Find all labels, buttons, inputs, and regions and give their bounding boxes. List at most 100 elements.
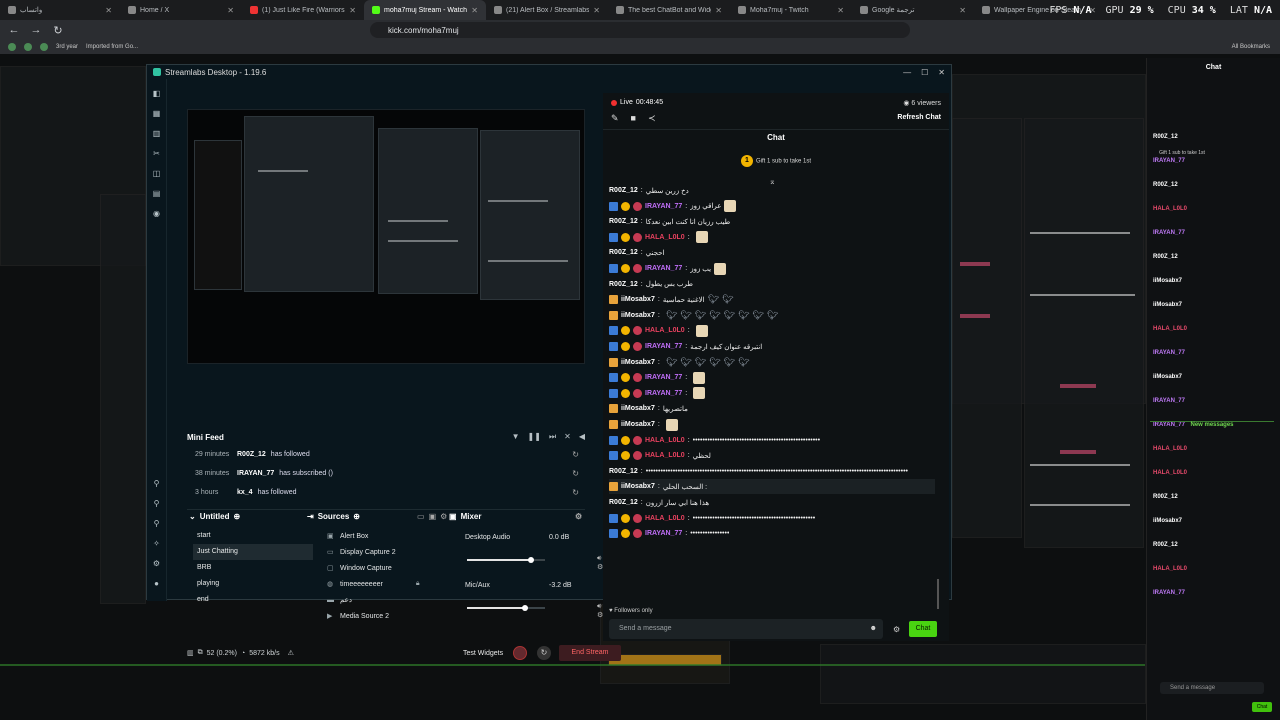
source-item[interactable]: ▣ Alert Box xyxy=(327,532,368,541)
scene-item-selected[interactable]: Just Chatting xyxy=(193,544,313,560)
address-bar[interactable]: kick.com/moha7muj xyxy=(370,22,910,38)
send-message-input[interactable]: Send a message ☻ xyxy=(609,619,883,639)
forward-icon[interactable]: → xyxy=(30,24,42,36)
record-button[interactable] xyxy=(513,646,527,660)
browser-tab[interactable]: Moha7muj - Twitch ✕ xyxy=(730,0,852,20)
slider-knob[interactable] xyxy=(527,557,534,563)
close-tab-icon[interactable]: ✕ xyxy=(227,6,234,15)
bookmark-icon[interactable] xyxy=(40,43,48,51)
source-item[interactable]: ◍ timeeeeeeeer 🔒︎ xyxy=(327,580,424,588)
chat-message[interactable]: HALA_L0L0: لحظي xyxy=(609,448,935,463)
reload-icon[interactable]: ↻ xyxy=(52,24,64,37)
chat-username[interactable]: IRAYAN_77 xyxy=(645,343,682,350)
edit-icon[interactable]: ✎ xyxy=(611,113,619,124)
split-icon[interactable]: ⇥ xyxy=(307,512,314,521)
bg-send-input[interactable]: Send a message xyxy=(1160,682,1264,694)
store-icon[interactable]: ◫ xyxy=(152,169,161,178)
chat-message[interactable]: IRAYAN_77: يب زوز xyxy=(609,261,935,276)
add-source-icon[interactable]: ⊕ xyxy=(353,512,360,521)
source-settings-icon[interactable]: ⚙ xyxy=(440,512,447,521)
browser-tab[interactable]: The best ChatBot and Widgets for Ki ✕ xyxy=(608,0,730,20)
browser-tab[interactable]: Home / X ✕ xyxy=(120,0,242,20)
chat-username[interactable]: IRAYAN_77 xyxy=(645,390,682,397)
all-bookmarks[interactable]: All Bookmarks xyxy=(1232,44,1270,50)
chat-message[interactable]: HALA_L0L0: xyxy=(609,230,935,245)
chat-message[interactable]: IRAYAN_77: xyxy=(609,370,935,385)
volume-slider[interactable] xyxy=(467,557,545,563)
chat-message[interactable]: IRAYAN_77: •••••••••••••••• xyxy=(609,526,935,541)
chat-username[interactable]: R00Z_12 xyxy=(609,187,638,194)
chat-username[interactable]: HALA_L0L0 xyxy=(645,452,685,459)
chat-message[interactable]: iiMosabx7: الاغنية حماسية 🐦︎🐦︎ xyxy=(609,292,935,307)
close-tab-icon[interactable]: ✕ xyxy=(471,6,478,15)
chat-message[interactable]: iiMosabx7: ماتصريها xyxy=(609,401,935,416)
mixer-settings-icon[interactable]: ⚙ xyxy=(575,512,582,521)
replay-icon[interactable]: ↻ xyxy=(572,488,579,497)
chat-username[interactable]: HALA_L0L0 xyxy=(645,234,685,241)
scene-item[interactable]: end xyxy=(193,592,313,608)
chat-username[interactable]: HALA_L0L0 xyxy=(645,437,685,444)
warning-icon[interactable]: ⚠ xyxy=(288,649,294,657)
bookmark-imported[interactable]: Imported from Go... xyxy=(86,44,138,50)
chat-message[interactable]: HALA_L0L0: ••••••••••••••••••••••••••••••… xyxy=(609,433,935,448)
chat-message[interactable]: IRAYAN_77: انتبرقه عنوان كيف ارجمة xyxy=(609,339,935,354)
scene-item[interactable]: playing xyxy=(193,576,313,592)
browser-tab[interactable]: Google ترجمة ✕ xyxy=(852,0,974,20)
chat-username[interactable]: iiMosabx7 xyxy=(621,405,655,412)
chat-username[interactable]: iiMosabx7 xyxy=(621,483,655,490)
integrations-icon[interactable]: ⚲ xyxy=(152,519,161,528)
share-icon[interactable]: ≺ xyxy=(648,113,656,124)
chat-username[interactable]: R00Z_12 xyxy=(609,249,638,256)
browser-tab[interactable]: (1) Just Like Fire (Warriors Light Em U ✕ xyxy=(242,0,364,20)
new-messages-divider[interactable]: New messages xyxy=(1150,421,1274,428)
chat-message[interactable]: HALA_L0L0: ••••••••••••••••••••••••••••••… xyxy=(609,511,935,526)
chat-message[interactable]: R00Z_12: دخ زرين سطي xyxy=(609,183,935,198)
studio-icon[interactable]: ▥ xyxy=(152,129,161,138)
chat-message[interactable]: iiMosabx7: 🐦︎🐦︎🐦︎🐦︎🐦︎🐦︎🐦︎🐦︎ xyxy=(609,308,935,323)
chat-message[interactable]: HALA_L0L0: xyxy=(609,323,935,338)
chat-username[interactable]: IRAYAN_77 xyxy=(645,203,682,210)
refresh-chat-button[interactable]: Refresh Chat xyxy=(897,114,941,121)
chat-message[interactable]: iiMosabx7: xyxy=(609,417,935,432)
prime-icon[interactable]: ✧ xyxy=(152,539,161,548)
gift-banner[interactable]: 1 Gift 1 sub to take 1st xyxy=(603,155,949,167)
chat-settings-icon[interactable]: ⚙ xyxy=(893,625,900,634)
volume-icon[interactable]: ◀ xyxy=(579,432,585,442)
close-tab-icon[interactable]: ✕ xyxy=(959,6,966,15)
chat-message[interactable]: IRAYAN_77: عراقي زوز xyxy=(609,199,935,214)
mute-icon[interactable]: ✕ xyxy=(564,432,571,442)
chat-send-button[interactable]: Chat xyxy=(909,621,937,637)
slider-knob[interactable] xyxy=(521,605,528,611)
close-tab-icon[interactable]: ✕ xyxy=(105,6,112,15)
tools-icon[interactable]: ✂ xyxy=(152,149,161,158)
editor-icon[interactable]: ◧ xyxy=(152,89,161,98)
chat-username[interactable]: iiMosabx7 xyxy=(621,421,655,428)
scene-item[interactable]: start xyxy=(193,528,313,544)
replay-icon[interactable]: ↻ xyxy=(572,469,579,478)
chat-username[interactable]: R00Z_12 xyxy=(609,499,638,506)
layout-icon[interactable]: ▦ xyxy=(152,109,161,118)
dashboard-icon[interactable]: ⚲ xyxy=(152,499,161,508)
chat-username[interactable]: HALA_L0L0 xyxy=(645,515,685,522)
source-item[interactable]: ▭ Display Capture 2 xyxy=(327,548,396,557)
camera-icon[interactable]: ■ xyxy=(631,113,636,124)
bookmark-icon[interactable] xyxy=(8,43,16,51)
close-tab-icon[interactable]: ✕ xyxy=(349,6,356,15)
bookmark-icon[interactable] xyxy=(24,43,32,51)
close-tab-icon[interactable]: ✕ xyxy=(715,6,722,15)
chat-username[interactable]: R00Z_12 xyxy=(609,281,638,288)
close-tab-icon[interactable]: ✕ xyxy=(837,6,844,15)
close-tab-icon[interactable]: ✕ xyxy=(593,6,600,15)
chat-username[interactable]: IRAYAN_77 xyxy=(645,265,682,272)
apps-icon[interactable]: ▤ xyxy=(152,189,161,198)
browser-tab[interactable]: moha7muj Stream - Watch Li ✕ xyxy=(364,0,486,20)
bg-chat-button[interactable]: Chat xyxy=(1252,702,1272,712)
scene-item[interactable]: BRB xyxy=(193,560,313,576)
chat-username[interactable]: IRAYAN_77 xyxy=(645,374,682,381)
lock-icon[interactable]: 🔒︎ xyxy=(416,580,424,588)
replay-buffer-icon[interactable]: ↻ xyxy=(537,646,551,660)
group-icon[interactable]: ▣ xyxy=(429,512,437,521)
chat-message[interactable]: R00Z_12: ••••••••••••••••••••••••••••••••… xyxy=(609,464,935,479)
minimize-icon[interactable]: — xyxy=(903,68,911,77)
volume-slider[interactable] xyxy=(467,605,545,611)
